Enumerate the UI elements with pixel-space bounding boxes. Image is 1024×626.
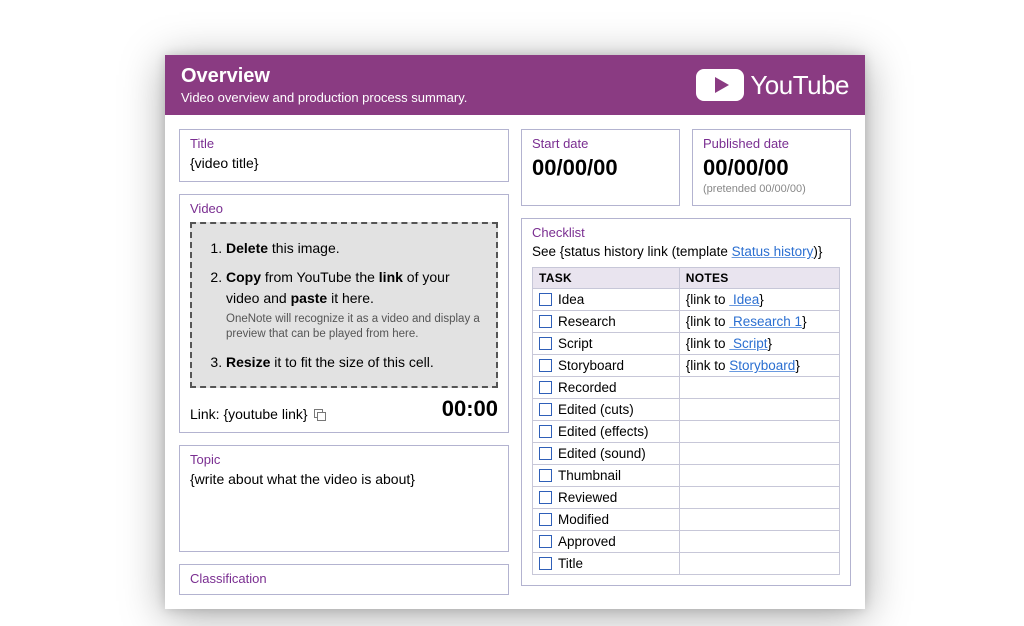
table-row: Thumbnail [533,465,840,487]
task-notes[interactable] [679,421,839,443]
checklist-see-line: See {status history link (template Statu… [532,244,840,259]
task-label: Edited (sound) [558,446,646,461]
task-checkbox[interactable] [539,557,552,570]
task-label: Thumbnail [558,468,621,483]
note-link[interactable]: Research 1 [729,314,802,329]
template-sheet: Overview Video overview and production p… [165,55,865,609]
video-link-value: {youtube link} [223,406,307,422]
checklist-label: Checklist [532,225,840,240]
table-row: Edited (cuts) [533,399,840,421]
youtube-play-icon [696,69,744,101]
table-row: Edited (effects) [533,421,840,443]
task-notes[interactable] [679,465,839,487]
video-duration: 00:00 [442,396,498,422]
published-date-label: Published date [703,136,840,151]
published-date-card: Published date 00/00/00 (pretended 00/00… [692,129,851,206]
task-notes[interactable] [679,487,839,509]
table-row: Recorded [533,377,840,399]
video-card: Video Delete this image. Copy from YouTu… [179,194,509,433]
overview-banner: Overview Video overview and production p… [165,55,865,115]
task-checkbox[interactable] [539,425,552,438]
video-step-1: Delete this image. [226,238,480,258]
task-label: Idea [558,292,584,307]
status-history-link[interactable]: Status history [732,244,814,259]
task-label: Title [558,556,583,571]
task-notes[interactable] [679,509,839,531]
table-row: Modified [533,509,840,531]
checklist-table: TASK NOTES Idea{link to Idea}Research{li… [532,267,840,575]
classification-card: Classification [179,564,509,595]
col-task: TASK [533,268,680,289]
topic-field[interactable]: {write about what the video is about} [190,471,498,541]
task-label: Script [558,336,593,351]
task-checkbox[interactable] [539,381,552,394]
table-row: Research {link to Research 1} [533,311,840,333]
task-checkbox[interactable] [539,359,552,372]
topic-card: Topic {write about what the video is abo… [179,445,509,552]
table-row: Approved [533,531,840,553]
classification-label: Classification [190,571,498,586]
table-row: Storyboard{link to Storyboard} [533,355,840,377]
note-link[interactable]: Idea [729,292,759,307]
start-date-label: Start date [532,136,669,151]
task-checkbox[interactable] [539,469,552,482]
task-notes[interactable] [679,377,839,399]
task-notes[interactable]: {link to Idea} [679,289,839,311]
task-notes[interactable] [679,443,839,465]
task-notes[interactable]: {link to Storyboard} [679,355,839,377]
title-card: Title {video title} [179,129,509,182]
task-checkbox[interactable] [539,447,552,460]
task-checkbox[interactable] [539,403,552,416]
copy-link-icon[interactable] [314,409,325,420]
task-label: Recorded [558,380,617,395]
banner-subtitle: Video overview and production process su… [181,90,467,105]
task-notes[interactable] [679,399,839,421]
video-instructions[interactable]: Delete this image. Copy from YouTube the… [190,222,498,388]
task-label: Edited (effects) [558,424,649,439]
video-hint: OneNote will recognize it as a video and… [226,312,480,343]
task-notes[interactable]: {link to Research 1} [679,311,839,333]
table-row: Edited (sound) [533,443,840,465]
note-link[interactable]: Storyboard [729,358,795,373]
video-link-row[interactable]: Link: {youtube link} [190,406,325,422]
table-row: Title [533,553,840,575]
task-label: Approved [558,534,616,549]
note-link[interactable]: Script [729,336,767,351]
task-checkbox[interactable] [539,293,552,306]
task-label: Edited (cuts) [558,402,634,417]
col-notes: NOTES [679,268,839,289]
table-row: Reviewed [533,487,840,509]
video-step-2: Copy from YouTube the link of your video… [226,267,480,343]
start-date-card: Start date 00/00/00 [521,129,680,206]
task-label: Storyboard [558,358,624,373]
banner-title: Overview [181,65,467,88]
task-checkbox[interactable] [539,535,552,548]
start-date-value[interactable]: 00/00/00 [532,155,669,181]
task-notes[interactable] [679,531,839,553]
topic-label: Topic [190,452,498,467]
published-date-sub: (pretended 00/00/00) [703,183,840,195]
youtube-logo: YouTube [696,69,849,101]
video-label: Video [190,201,498,216]
table-row: Idea{link to Idea} [533,289,840,311]
task-label: Research [558,314,616,329]
task-checkbox[interactable] [539,337,552,350]
task-label: Reviewed [558,490,617,505]
task-checkbox[interactable] [539,491,552,504]
task-notes[interactable]: {link to Script} [679,333,839,355]
published-date-value[interactable]: 00/00/00 [703,155,840,181]
task-checkbox[interactable] [539,513,552,526]
task-label: Modified [558,512,609,527]
task-checkbox[interactable] [539,315,552,328]
task-notes[interactable] [679,553,839,575]
video-step-3: Resize it to fit the size of this cell. [226,352,480,372]
checklist-card: Checklist See {status history link (temp… [521,218,851,586]
title-field[interactable]: {video title} [190,155,498,171]
table-row: Script{link to Script} [533,333,840,355]
youtube-logo-text: YouTube [750,70,849,101]
title-label: Title [190,136,498,151]
